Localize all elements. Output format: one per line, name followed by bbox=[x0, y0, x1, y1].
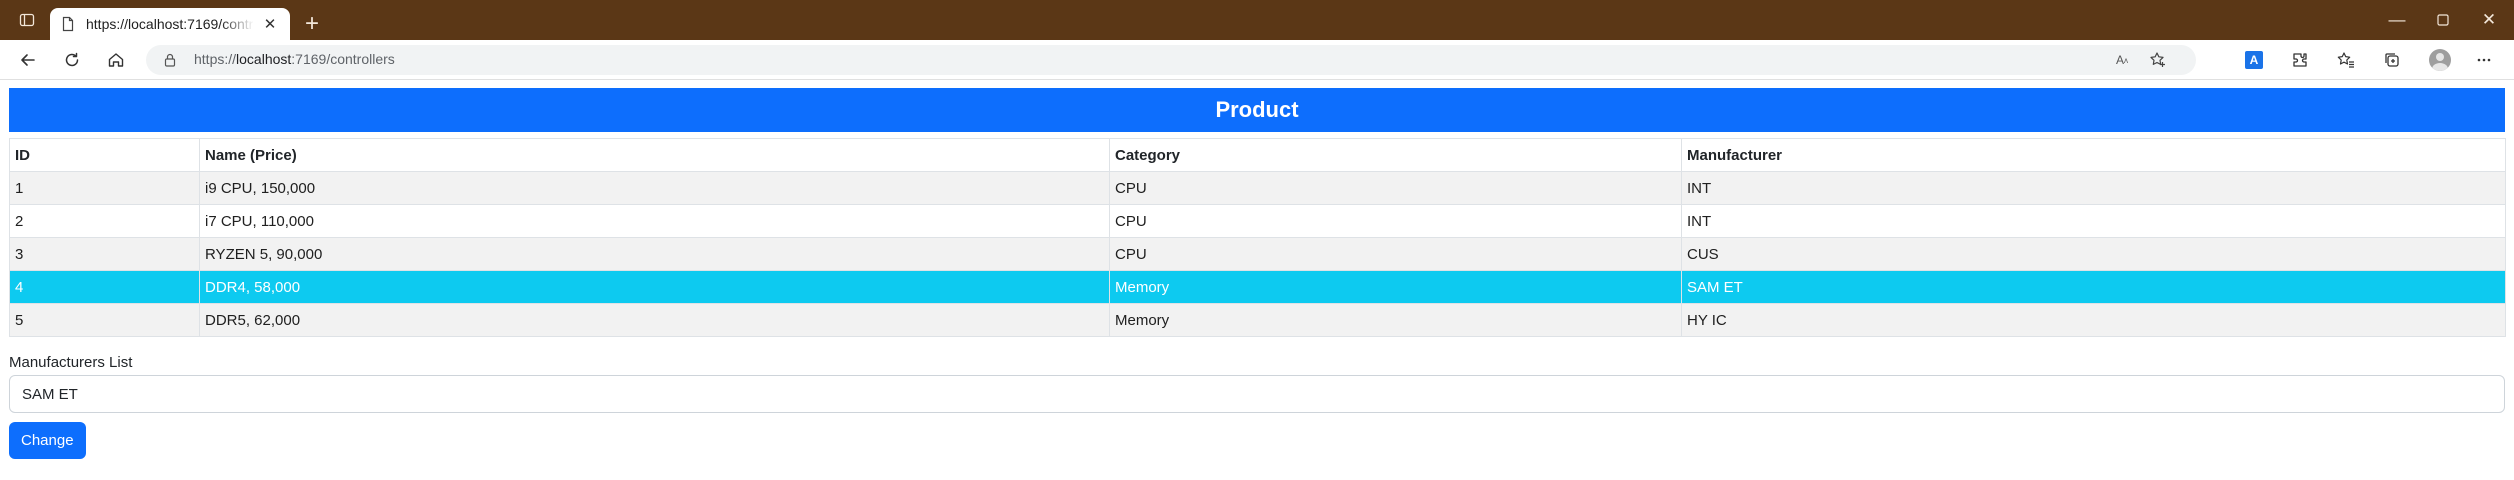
header-name-price: Name (Price) bbox=[199, 138, 1110, 172]
header-category: Category bbox=[1109, 138, 1682, 172]
page-title: Product bbox=[9, 88, 2505, 132]
product-table: ID Name (Price) Category Manufacturer 1 … bbox=[9, 138, 2506, 337]
cell-manufacturer: CUS bbox=[1681, 237, 2506, 271]
cell-id: 1 bbox=[9, 171, 200, 205]
tab-actions-icon[interactable] bbox=[4, 4, 50, 36]
change-button[interactable]: Change bbox=[9, 422, 86, 459]
cell-name-price: DDR5, 62,000 bbox=[199, 303, 1110, 337]
url-host: localhost bbox=[236, 51, 292, 67]
table-row[interactable]: 3 RYZEN 5, 90,000 CPU CUS bbox=[9, 237, 2506, 271]
read-aloud-icon[interactable]: Aʌ bbox=[2110, 48, 2134, 72]
tab-title: https://localhost:7169/controllers bbox=[86, 16, 254, 32]
header-id: ID bbox=[9, 138, 200, 172]
add-favorite-icon[interactable] bbox=[2146, 48, 2170, 72]
minimize-icon[interactable]: — bbox=[2374, 4, 2420, 36]
cell-id: 5 bbox=[9, 303, 200, 337]
cell-manufacturer: HY IC bbox=[1681, 303, 2506, 337]
address-url[interactable]: https://localhost:7169/controllers bbox=[194, 51, 395, 67]
cell-name-price: i7 CPU, 110,000 bbox=[199, 204, 1110, 238]
url-scheme: https:// bbox=[194, 51, 237, 67]
cell-name-price: i9 CPU, 150,000 bbox=[199, 171, 1110, 205]
lock-icon[interactable] bbox=[162, 52, 178, 68]
url-path: :7169/controllers bbox=[291, 51, 395, 67]
cell-category: CPU bbox=[1109, 171, 1682, 205]
table-row[interactable]: 1 i9 CPU, 150,000 CPU INT bbox=[9, 171, 2506, 205]
cell-id: 4 bbox=[9, 270, 200, 304]
address-bar[interactable]: https://localhost:7169/controllers Aʌ bbox=[146, 45, 2196, 75]
table-row-selected[interactable]: 4 DDR4, 58,000 Memory SAM ET bbox=[9, 270, 2506, 304]
browser-title-bar: https://localhost:7169/controllers ✕ + —… bbox=[0, 0, 2514, 40]
profile-avatar-icon[interactable] bbox=[2424, 44, 2456, 76]
table-row[interactable]: 5 DDR5, 62,000 Memory HY IC bbox=[9, 303, 2506, 337]
collections-icon[interactable] bbox=[2376, 44, 2408, 76]
page-favicon-icon bbox=[60, 16, 76, 32]
cell-category: Memory bbox=[1109, 303, 1682, 337]
extensions-icon[interactable] bbox=[2284, 44, 2316, 76]
new-tab-icon[interactable]: + bbox=[296, 10, 328, 38]
browser-toolbar: https://localhost:7169/controllers Aʌ A bbox=[0, 40, 2514, 80]
cell-name-price: DDR4, 58,000 bbox=[199, 270, 1110, 304]
cell-category: CPU bbox=[1109, 237, 1682, 271]
cell-manufacturer: INT bbox=[1681, 204, 2506, 238]
header-manufacturer: Manufacturer bbox=[1681, 138, 2506, 172]
home-icon[interactable] bbox=[100, 44, 132, 76]
cell-manufacturer: INT bbox=[1681, 171, 2506, 205]
table-row[interactable]: 2 i7 CPU, 110,000 CPU INT bbox=[9, 204, 2506, 238]
back-icon[interactable] bbox=[12, 44, 44, 76]
translator-extension-icon[interactable]: A bbox=[2238, 44, 2270, 76]
cell-category: Memory bbox=[1109, 270, 1682, 304]
browser-tab-active[interactable]: https://localhost:7169/controllers ✕ bbox=[50, 8, 290, 40]
page-content: Product ID Name (Price) Category Manufac… bbox=[9, 88, 2506, 459]
more-options-icon[interactable] bbox=[2468, 44, 2500, 76]
close-tab-icon[interactable]: ✕ bbox=[260, 14, 280, 34]
manufacturers-selected-value: SAM ET bbox=[22, 385, 78, 403]
cell-id: 3 bbox=[9, 237, 200, 271]
manufacturers-list-label: Manufacturers List bbox=[9, 354, 133, 371]
refresh-icon[interactable] bbox=[56, 44, 88, 76]
favorites-icon[interactable] bbox=[2330, 44, 2362, 76]
cell-manufacturer: SAM ET bbox=[1681, 270, 2506, 304]
manufacturers-list-select[interactable]: SAM ET bbox=[9, 375, 2505, 413]
cell-name-price: RYZEN 5, 90,000 bbox=[199, 237, 1110, 271]
maximize-icon[interactable] bbox=[2420, 4, 2466, 36]
cell-id: 2 bbox=[9, 204, 200, 238]
cell-category: CPU bbox=[1109, 204, 1682, 238]
close-window-icon[interactable]: ✕ bbox=[2466, 4, 2512, 36]
table-header-row: ID Name (Price) Category Manufacturer bbox=[9, 138, 2506, 172]
